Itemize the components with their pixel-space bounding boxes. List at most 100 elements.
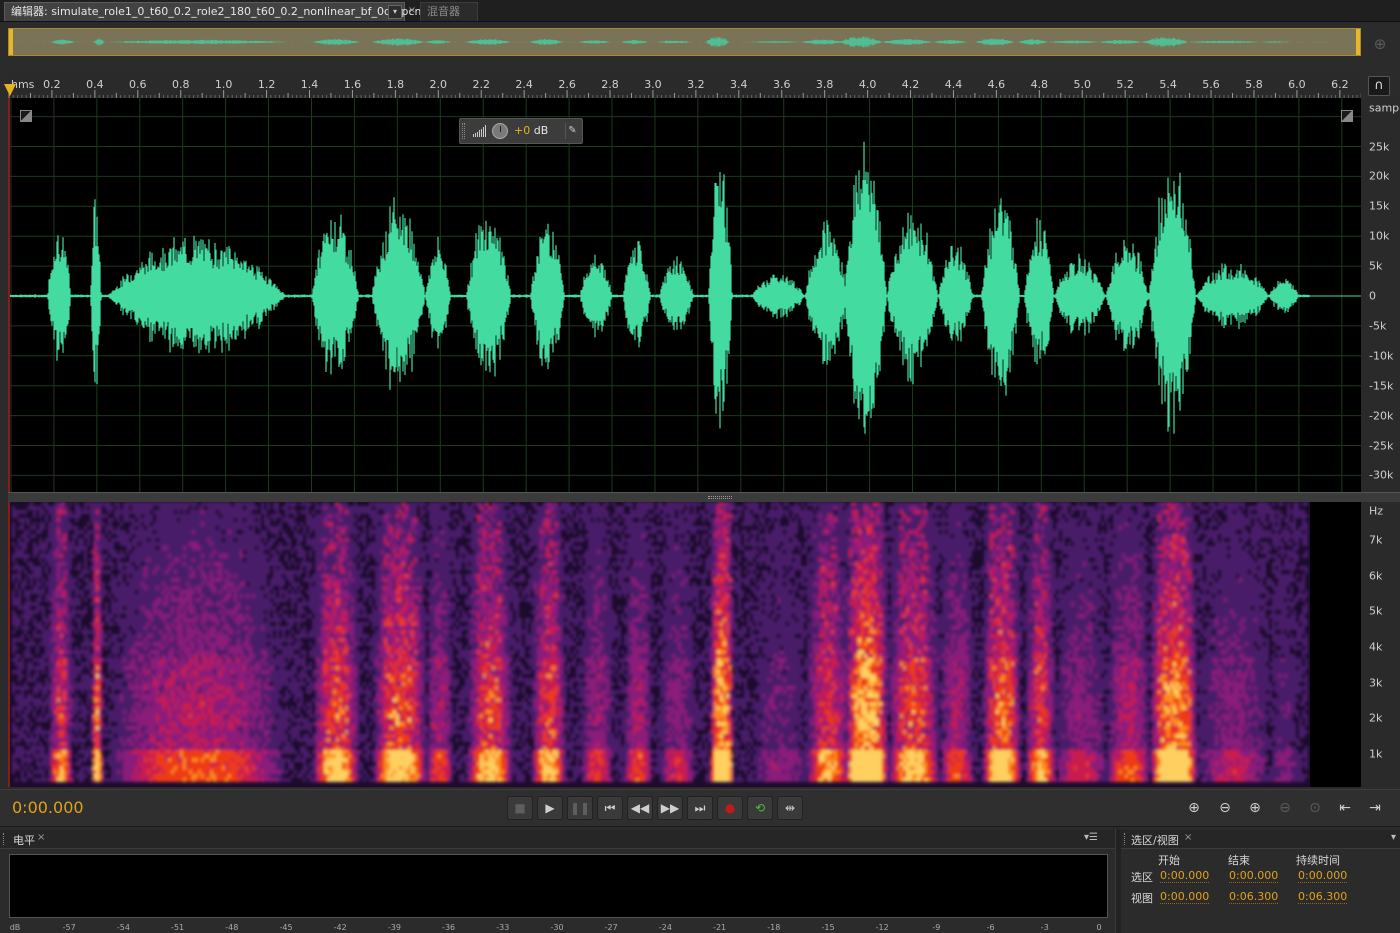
spectrogram-cell — [60, 510, 63, 514]
spectrogram-cell — [81, 594, 84, 598]
spectrogram-cell — [57, 590, 60, 594]
spectrogram-cell — [81, 538, 84, 542]
spectrogram-cell — [57, 510, 60, 514]
chevron-down-icon[interactable]: ▾ — [388, 5, 402, 19]
spectrogram-cell — [24, 510, 27, 514]
amplitude-label: 5k — [1369, 260, 1382, 273]
spectrogram-cell — [27, 594, 30, 598]
spectrogram-cell — [15, 662, 18, 666]
ruler-tick-label: 1.0 — [215, 78, 233, 91]
view-splitter[interactable] — [8, 492, 1400, 502]
spectrogram-cell — [69, 594, 72, 598]
tab-editor[interactable]: 编辑器: simulate_role1_0_t60_0.2_role2_180_… — [4, 2, 405, 21]
magnet-icon[interactable]: ∩ — [1368, 76, 1390, 96]
spectrogram-cell — [69, 554, 72, 558]
spectrogram-cell — [57, 538, 60, 542]
spectrogram-cell — [69, 762, 72, 766]
spectrogram-cell — [42, 578, 45, 582]
spectrogram-cell — [51, 694, 54, 698]
spectrogram-cell — [30, 774, 33, 778]
spectrogram-cell — [45, 638, 48, 642]
spectrogram-cell — [78, 626, 81, 630]
spectrogram-cell — [39, 574, 42, 578]
spectrogram-cell — [48, 538, 51, 542]
spectrogram-cell — [51, 654, 54, 658]
amplitude-label: 15k — [1369, 200, 1389, 213]
waveform-view[interactable]: +0 dB ✎ — [8, 98, 1361, 492]
spectrogram-cell — [42, 550, 45, 554]
spectrogram-cell — [45, 594, 48, 598]
spectrogram-cell — [66, 566, 69, 570]
spectrogram-cell — [60, 538, 63, 542]
gain-value[interactable]: +0 dB — [514, 124, 548, 137]
spectrogram-cell — [21, 774, 24, 778]
spectrogram-cell — [69, 750, 72, 754]
spectrogram-cell — [57, 698, 60, 702]
spectrogram-cell — [81, 758, 84, 762]
spectrogram-cell — [24, 758, 27, 762]
time-ruler[interactable]: hms 0.2 0.4 0.6 0.8 1.0 1.2 1.4 1.6 1.8 2.0 2.2 2.4… — [8, 74, 1361, 98]
spectrogram-cell — [51, 754, 54, 758]
spectrogram-cell — [27, 574, 30, 578]
spectrogram-cell — [69, 550, 72, 554]
spectrogram-cell — [78, 726, 81, 730]
waveform-trace — [10, 142, 1309, 434]
spectral-view[interactable] — [8, 502, 1361, 787]
spectrogram-cell — [54, 742, 57, 746]
spectrogram-cell — [15, 582, 18, 586]
spectrogram-cell — [69, 774, 72, 778]
spectrogram-cell — [69, 542, 72, 546]
spectrogram-cell — [27, 530, 30, 534]
spectrogram-cell — [30, 578, 33, 582]
spectrogram-cell — [78, 758, 81, 762]
hud-grip[interactable] — [462, 123, 465, 139]
spectrogram-cell — [36, 674, 39, 678]
zoom-navigator-icon[interactable]: ⊕ — [1370, 34, 1390, 54]
spectrogram-cell — [63, 514, 66, 518]
spectrogram-cell — [69, 742, 72, 746]
spectrogram-cell — [84, 718, 87, 722]
spectrogram-cell — [69, 714, 72, 718]
spectrogram-cell — [54, 558, 57, 562]
spectrogram-cell — [63, 574, 66, 578]
spectrogram-cell — [75, 694, 78, 698]
spectrogram-cell — [24, 590, 27, 594]
spectrogram-cell — [72, 678, 75, 682]
spectrogram-cell — [42, 554, 45, 558]
spectrogram-cell — [51, 538, 54, 542]
gain-knob[interactable] — [492, 123, 508, 139]
spectrogram-cell — [84, 502, 87, 506]
spectrogram-cell — [84, 738, 87, 742]
spectrogram-cell — [45, 650, 48, 654]
fade-in-handle[interactable] — [20, 110, 32, 122]
spectrogram-cell — [54, 774, 57, 778]
spectrogram-cell — [60, 602, 63, 606]
pin-icon[interactable]: ✎ — [565, 123, 579, 139]
spectrogram-cell — [48, 598, 51, 602]
playhead-marker[interactable] — [4, 84, 16, 96]
spectrogram-cell — [36, 730, 39, 734]
overview-navigator[interactable] — [8, 28, 1361, 56]
spectrogram-cell — [36, 626, 39, 630]
spectrogram-cell — [78, 774, 81, 778]
spectrogram-cell — [51, 726, 54, 730]
spectrogram-cell — [69, 642, 72, 646]
fade-out-handle[interactable] — [1341, 110, 1353, 122]
spectrogram-cell — [63, 682, 66, 686]
splitter-grip[interactable] — [708, 496, 732, 499]
spectrogram-cell — [72, 710, 75, 714]
spectrogram-cell — [45, 738, 48, 742]
spectrogram-cell — [36, 598, 39, 602]
spectrogram-cell — [66, 642, 69, 646]
tab-mixer[interactable]: 混音器 — [420, 2, 478, 21]
spectrogram-cell — [21, 526, 24, 530]
spectrogram-cell — [66, 674, 69, 678]
spectrogram-cell — [51, 566, 54, 570]
close-icon[interactable]: × — [406, 3, 418, 19]
spectrogram-cell — [30, 758, 33, 762]
spectrogram-cell — [51, 522, 54, 526]
spectrogram-cell — [81, 738, 84, 742]
spectrogram-cell — [60, 698, 63, 702]
gain-hud[interactable]: +0 dB ✎ — [459, 118, 583, 144]
spectrogram-cell — [69, 578, 72, 582]
